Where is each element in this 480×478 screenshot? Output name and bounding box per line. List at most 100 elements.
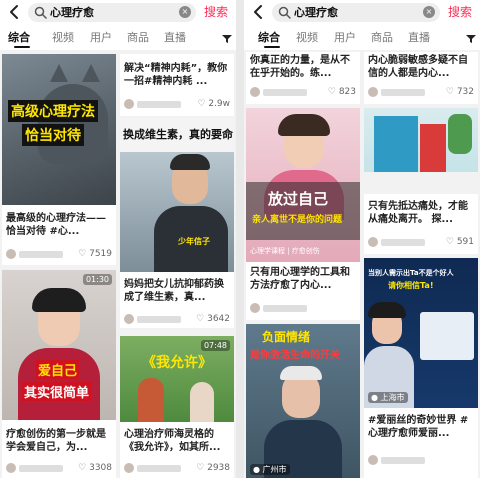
tab-comprehensive[interactable]: 综合 [8, 31, 30, 45]
author-name-blurred [137, 465, 181, 472]
search-input[interactable]: 心理疗愈 × [272, 3, 440, 22]
video-duration: 01:30 [82, 274, 112, 285]
tab-video[interactable]: 视频 [52, 31, 74, 45]
tab-users[interactable]: 用户 [334, 31, 356, 45]
chevron-left-icon[interactable] [6, 3, 22, 21]
tab-users[interactable]: 用户 [90, 31, 112, 45]
filter-icon[interactable] [222, 34, 232, 44]
tab-comprehensive[interactable]: 综合 [258, 31, 280, 45]
like-count: ♡ 3642 [196, 313, 230, 325]
like-count-value: 823 [338, 87, 356, 97]
video-title: 你真正的力量，是从不在乎开始的。练... [250, 55, 350, 79]
tab-live[interactable]: 直播 [408, 31, 430, 45]
clear-icon[interactable]: × [179, 6, 191, 18]
person-hair [368, 302, 406, 318]
overlay-subtitle: 是你激活生命的开关 [250, 350, 340, 361]
tab-live[interactable]: 直播 [164, 31, 186, 45]
like-count-value: 591 [456, 237, 474, 247]
heart-icon: ♡ [78, 463, 87, 473]
video-title: 妈妈把女儿抗抑郁药换成了维生素，真... [124, 279, 224, 303]
video-thumbnail: 07:48 《我允许》 [120, 336, 234, 422]
author-name-blurred [137, 316, 181, 323]
video-thumbnail: 换成维生素，真的要命 少年信子 [120, 118, 234, 272]
avatar [6, 463, 16, 473]
author-name-blurred [381, 457, 425, 464]
video-card[interactable]: 只有先抵达痛处，才能从痛处离开。 探... ♡ 591 [364, 108, 478, 254]
heart-icon: ♡ [445, 87, 454, 97]
like-count: ♡ 3308 [78, 462, 112, 474]
table-surface [364, 172, 478, 194]
overlay-title: 爱自己 [36, 360, 80, 379]
like-count: ♡ 2938 [196, 462, 230, 474]
slide-panel [420, 312, 474, 360]
video-card[interactable]: 换成维生素，真的要命 少年信子 妈妈把女儿抗抑郁药换成了维生素，真... ♡ 3… [120, 118, 234, 328]
like-count: ♡ 7519 [78, 248, 112, 260]
video-card[interactable]: 当别人需示出Ta不是个好人 请你相信Ta! ● 上海市 #爱丽丝的奇妙世界 #心… [364, 258, 478, 478]
tab-video[interactable]: 视频 [296, 31, 318, 45]
search-button[interactable]: 搜索 [448, 4, 472, 20]
video-card[interactable]: 07:48 《我允许》 心理治疗师海灵格的《我允许》，如其所... ♡ 2938 [120, 336, 234, 478]
video-card[interactable]: 你真正的力量，是从不在乎开始的。练... ♡ 823 [246, 52, 360, 104]
plant [448, 114, 472, 154]
video-title: 心理治疗师海灵格的《我允许》，如其所... [124, 429, 221, 453]
author-name-blurred [19, 465, 63, 472]
cat-ear [50, 64, 68, 82]
video-card[interactable]: 负面情绪 是你激活生命的开关 ● 广州市 [246, 324, 360, 478]
person-hair [170, 154, 210, 170]
overlay-subtitle: 恰当对待 [22, 124, 84, 146]
like-count: ♡ 2.9w [197, 98, 230, 110]
heart-icon: ♡ [196, 314, 205, 324]
search-header: 心理疗愈 × 搜索 [244, 0, 480, 26]
heart-icon: ♡ [327, 87, 336, 97]
search-header: 心理疗愈 × 搜索 [0, 0, 236, 26]
like-count: ♡ 591 [446, 236, 474, 248]
location-text: 上海市 [380, 393, 405, 402]
filter-icon[interactable] [466, 34, 476, 44]
video-thumbnail [364, 108, 478, 194]
like-count-value: 2938 [207, 463, 230, 473]
avatar [6, 249, 16, 259]
card-meta [368, 454, 474, 466]
tab-goods[interactable]: 商品 [371, 31, 393, 45]
overlay-title: 高级心理疗法 [8, 100, 98, 122]
clear-icon[interactable]: × [423, 6, 435, 18]
avatar [250, 87, 260, 97]
author-name-blurred [137, 101, 181, 108]
heart-icon: ♡ [78, 249, 87, 259]
person-hair [278, 114, 330, 136]
card-meta: ♡ 591 [368, 236, 474, 248]
video-card[interactable]: 内心脆弱敏感多疑不自信的人都是内心... ♡ 732 [364, 52, 478, 104]
search-button[interactable]: 搜索 [204, 4, 228, 20]
tab-goods[interactable]: 商品 [127, 31, 149, 45]
author-name-blurred [19, 251, 63, 258]
location-tag: ● 上海市 [368, 392, 408, 403]
avatar [250, 303, 260, 313]
search-query-text: 心理疗愈 [294, 6, 338, 19]
like-count: ♡ 823 [328, 86, 356, 98]
video-card[interactable]: 01:30 爱自己 其实很简单 疗愈创伤的第一步就是学会爱自己，为... ♡ 3… [2, 270, 116, 478]
card-meta: ♡ 3308 [6, 462, 112, 474]
person-hair [32, 288, 86, 312]
like-count-value: 7519 [89, 249, 112, 259]
like-count: ♡ 732 [446, 86, 474, 98]
video-card[interactable]: 高级心理疗法 恰当对待 最高级的心理疗法——恰当对待 #心... ♡ 7519 [2, 54, 116, 265]
heart-icon: ♡ [445, 237, 454, 247]
card-meta [250, 302, 356, 314]
search-input[interactable]: 心理疗愈 × [28, 3, 196, 22]
video-card[interactable]: 解决“精神内耗”，教你一招#精神内耗 ... ♡ 2.9w [120, 54, 234, 116]
video-card[interactable]: 放过自己 亲人离世不是你的问题 心理学课程 | 疗愈创伤 只有用心理学的工具和方… [246, 108, 360, 320]
overlay-caption: 少年信子 [178, 237, 210, 246]
overlay-title: 当别人需示出Ta不是个好人 [368, 269, 454, 277]
card-meta: ♡ 2938 [124, 462, 230, 474]
video-thumbnail: 01:30 爱自己 其实很简单 [2, 270, 116, 420]
search-results-screen-left: 心理疗愈 × 搜索 综合 视频 用户 商品 直播 高级心理疗法 恰当对待 最高级… [0, 0, 236, 478]
card-meta: ♡ 3642 [124, 313, 230, 325]
overlay-subtitle: 其实很简单 [22, 382, 92, 401]
chevron-left-icon[interactable] [250, 3, 266, 21]
like-count-value: 2.9w [208, 99, 230, 109]
card-meta: ♡ 7519 [6, 248, 112, 260]
video-thumbnail: 负面情绪 是你激活生命的开关 ● 广州市 [246, 324, 360, 478]
cat-ear [82, 64, 100, 82]
like-count-value: 3308 [89, 463, 112, 473]
book-cover [420, 124, 446, 176]
